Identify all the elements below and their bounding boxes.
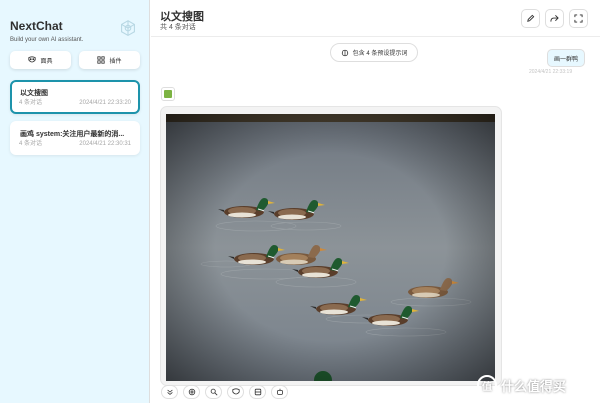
- fullscreen-icon: [574, 14, 583, 23]
- edit-icon: [527, 14, 535, 22]
- openai-logo-icon: [121, 20, 135, 37]
- chat-list: 以文搜图 4 条对话 2024/4/21 22:33:20 画鸡 system:…: [10, 80, 140, 162]
- brand-subtitle: Build your own AI assistant.: [10, 37, 84, 43]
- search-icon: [210, 388, 217, 396]
- prompt-search-button[interactable]: [205, 385, 222, 399]
- gear-icon: [188, 388, 195, 396]
- robot-icon: [276, 388, 283, 395]
- break-icon: [254, 388, 261, 396]
- preset-prompts-label: 包含 4 条预设提示词: [352, 51, 408, 57]
- clear-context-button[interactable]: [249, 385, 266, 399]
- bot-avatar-icon: [164, 90, 172, 98]
- sidebar: NextChat Build your own AI assistant. 面具…: [0, 0, 150, 403]
- plugin-button[interactable]: 插件: [79, 51, 140, 69]
- scroll-bottom-button[interactable]: [161, 385, 178, 399]
- mask-button-label: 面具: [40, 58, 53, 65]
- chat-item-date: 2024/4/21 22:30:31: [79, 141, 131, 147]
- user-message-date: 2024/4/21 22:33:19: [529, 69, 573, 75]
- chat-header: 以文搜图 共 4 条对话: [151, 0, 600, 37]
- share-button[interactable]: [545, 9, 564, 28]
- site-watermark: 值 什么值得买: [477, 373, 566, 397]
- watermark-text: 什么值得买: [501, 378, 567, 394]
- mask-icon: [28, 56, 37, 63]
- preset-prompts-pill[interactable]: 包含 4 条预设提示词: [330, 43, 418, 62]
- edit-button[interactable]: [521, 9, 540, 28]
- mask-button-toolbar[interactable]: [227, 385, 244, 399]
- share-icon: [550, 15, 559, 22]
- bot-avatar: [161, 87, 175, 101]
- chat-item-date: 2024/4/21 22:33:20: [79, 100, 131, 106]
- plugin-button-label: 插件: [109, 58, 122, 65]
- chat-item-1[interactable]: 画鸡 system:关注用户最新的消... 4 条对话 2024/4/21 22…: [10, 121, 140, 155]
- mask-button[interactable]: 面具: [10, 51, 71, 69]
- fullscreen-button[interactable]: [569, 9, 588, 28]
- mask-icon: [231, 388, 240, 395]
- model-button[interactable]: [271, 385, 288, 399]
- brain-icon: [341, 49, 348, 56]
- chat-item-count: 4 条对话: [19, 100, 43, 106]
- chat-item-0[interactable]: 以文搜图 4 条对话 2024/4/21 22:33:20: [10, 80, 140, 114]
- chat-input-actions: [161, 385, 288, 399]
- brand: NextChat Build your own AI assistant.: [10, 19, 83, 43]
- brand-title: NextChat: [10, 19, 63, 33]
- chat-subtitle: 共 4 条对话: [160, 24, 196, 31]
- user-message: 画一群鸭: [547, 49, 585, 67]
- generated-ducks-image[interactable]: [166, 114, 495, 381]
- plugin-grid-icon: [97, 56, 106, 64]
- watermark-logo: 值: [477, 375, 497, 395]
- chat-item-count: 4 条对话: [19, 141, 43, 147]
- chevron-down-icon: [166, 389, 173, 395]
- settings-button[interactable]: [183, 385, 200, 399]
